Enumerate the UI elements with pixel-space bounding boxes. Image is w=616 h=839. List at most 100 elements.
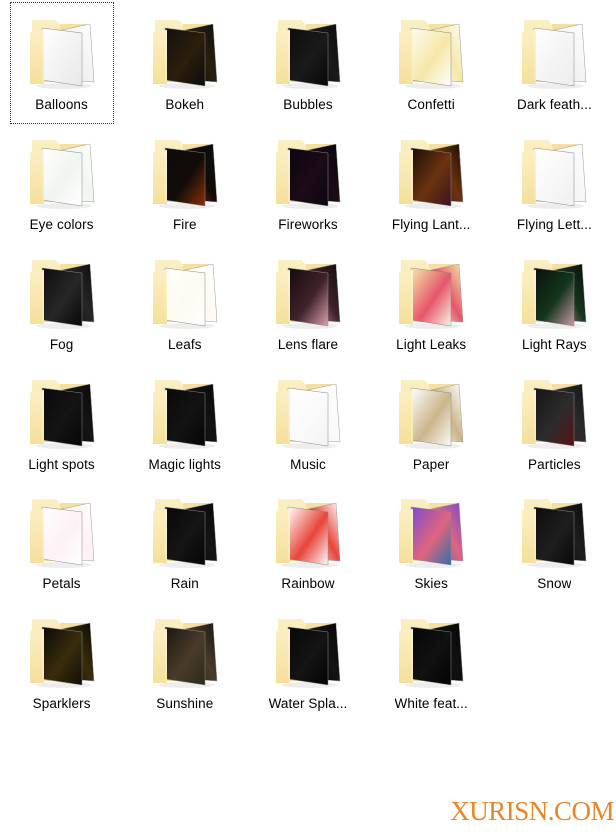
folder-item[interactable]: Particles [493, 360, 616, 480]
folder-icon[interactable] [506, 368, 602, 452]
folder-item[interactable]: Snow [493, 479, 616, 599]
folder-item[interactable]: Rainbow [246, 479, 369, 599]
light-leaks-preview [399, 259, 464, 329]
folder-item[interactable]: Flying Lett... [493, 120, 616, 240]
folder-icon[interactable] [383, 128, 479, 212]
fog-preview [29, 259, 94, 329]
folder-icon[interactable] [14, 368, 110, 452]
folder-label: Rainbow [281, 576, 335, 592]
folder-item[interactable]: Water Spla... [246, 599, 369, 719]
folder-label: Bokeh [165, 97, 205, 112]
folder-item[interactable]: Light Rays [493, 240, 616, 360]
folder-icon[interactable] [14, 128, 110, 212]
snow-preview [522, 499, 587, 569]
folder-label: Flying Lett... [516, 216, 592, 232]
folder-icon[interactable] [260, 128, 356, 212]
folder-label: Dark feath... [516, 97, 592, 112]
folder-item[interactable]: Light spots [0, 360, 123, 480]
leafs-preview [152, 259, 218, 329]
folder-item[interactable]: Eye colors [0, 120, 123, 240]
sparklers-preview [29, 619, 94, 689]
folder-item[interactable]: Petals [0, 479, 123, 599]
light-spots-preview [29, 379, 94, 449]
folder-item[interactable]: Bokeh [123, 0, 246, 120]
folder-label: Leafs [168, 336, 202, 352]
folder-label: Lens flare [277, 336, 339, 352]
folder-icon[interactable] [14, 487, 110, 571]
folder-icon[interactable] [506, 248, 602, 332]
folder-icon[interactable] [506, 487, 602, 571]
particles-preview [522, 379, 587, 449]
folder-item[interactable]: Light Leaks [370, 240, 493, 360]
folder-label: Light Rays [521, 336, 587, 352]
folder-label: White feat... [394, 696, 468, 712]
folder-item[interactable]: Music [246, 360, 369, 480]
folder-icon[interactable] [137, 8, 233, 92]
folder-item[interactable]: Magic lights [123, 360, 246, 480]
paper-preview [399, 379, 464, 449]
folder-label: Sparklers [32, 696, 91, 712]
folder-icon[interactable] [383, 8, 479, 92]
eye-colors-preview [29, 139, 94, 209]
folder-icon[interactable] [14, 607, 110, 691]
rain-preview [152, 499, 218, 569]
sunshine-preview [152, 619, 218, 689]
folder-label: Particles [528, 456, 581, 472]
folder-icon[interactable] [137, 487, 233, 571]
folder-icon[interactable] [383, 607, 479, 691]
folder-icon[interactable] [260, 8, 356, 92]
folder-icon[interactable] [383, 487, 479, 571]
folder-label: Sunshine [156, 696, 214, 712]
folder-label: Eye colors [29, 216, 94, 232]
folder-item[interactable]: Paper [370, 360, 493, 480]
folder-icon-grid[interactable]: Balloons Bokeh Bubbles Confetti Dark feath..… [0, 0, 616, 839]
folder-icon[interactable] [14, 248, 110, 332]
folder-label: Petals [42, 576, 81, 592]
folder-item[interactable]: Fog [0, 240, 123, 360]
skies-preview [399, 499, 464, 569]
petals-preview [29, 499, 94, 569]
folder-icon[interactable] [260, 487, 356, 571]
folder-label: Fireworks [278, 216, 338, 232]
folder-item[interactable]: Fireworks [246, 120, 369, 240]
folder-icon[interactable] [506, 8, 602, 92]
folder-item[interactable]: Bubbles [246, 0, 369, 120]
folder-label: Magic lights [148, 456, 222, 472]
folder-item[interactable]: Sunshine [123, 599, 246, 719]
folder-item[interactable]: Flying Lant... [370, 120, 493, 240]
folder-icon[interactable] [260, 248, 356, 332]
folder-item[interactable]: Dark feath... [493, 0, 616, 120]
folder-item[interactable]: Skies [370, 479, 493, 599]
folder-label: Water Spla... [268, 696, 348, 712]
music-preview [275, 379, 341, 449]
folder-icon[interactable] [14, 8, 110, 92]
folder-item[interactable]: Confetti [370, 0, 493, 120]
flying-lanterns-preview [399, 139, 464, 209]
folder-icon[interactable] [383, 368, 479, 452]
folder-item[interactable]: Lens flare [246, 240, 369, 360]
folder-icon[interactable] [506, 128, 602, 212]
folder-item[interactable]: Leafs [123, 240, 246, 360]
folder-icon[interactable] [260, 607, 356, 691]
folder-label: Fog [49, 336, 74, 352]
folder-item[interactable]: White feat... [370, 599, 493, 719]
folder-icon[interactable] [137, 248, 233, 332]
folder-item[interactable]: Sparklers [0, 599, 123, 719]
rainbow-preview [275, 499, 341, 569]
folder-item[interactable]: Fire [123, 120, 246, 240]
folder-item[interactable]: Rain [123, 479, 246, 599]
balloons-preview [29, 20, 94, 89]
folder-item[interactable]: Balloons [0, 0, 123, 124]
fire-preview [152, 139, 218, 209]
folder-label: Light spots [28, 456, 95, 472]
bubbles-preview [275, 20, 341, 89]
folder-label: Flying Lant... [391, 216, 471, 232]
bokeh-preview [152, 20, 218, 89]
folder-icon[interactable] [137, 607, 233, 691]
folder-icon[interactable] [260, 368, 356, 452]
folder-icon[interactable] [137, 368, 233, 452]
folder-icon[interactable] [137, 128, 233, 212]
folder-icon[interactable] [383, 248, 479, 332]
white-feathers-preview [399, 619, 464, 689]
fireworks-preview [275, 139, 341, 209]
